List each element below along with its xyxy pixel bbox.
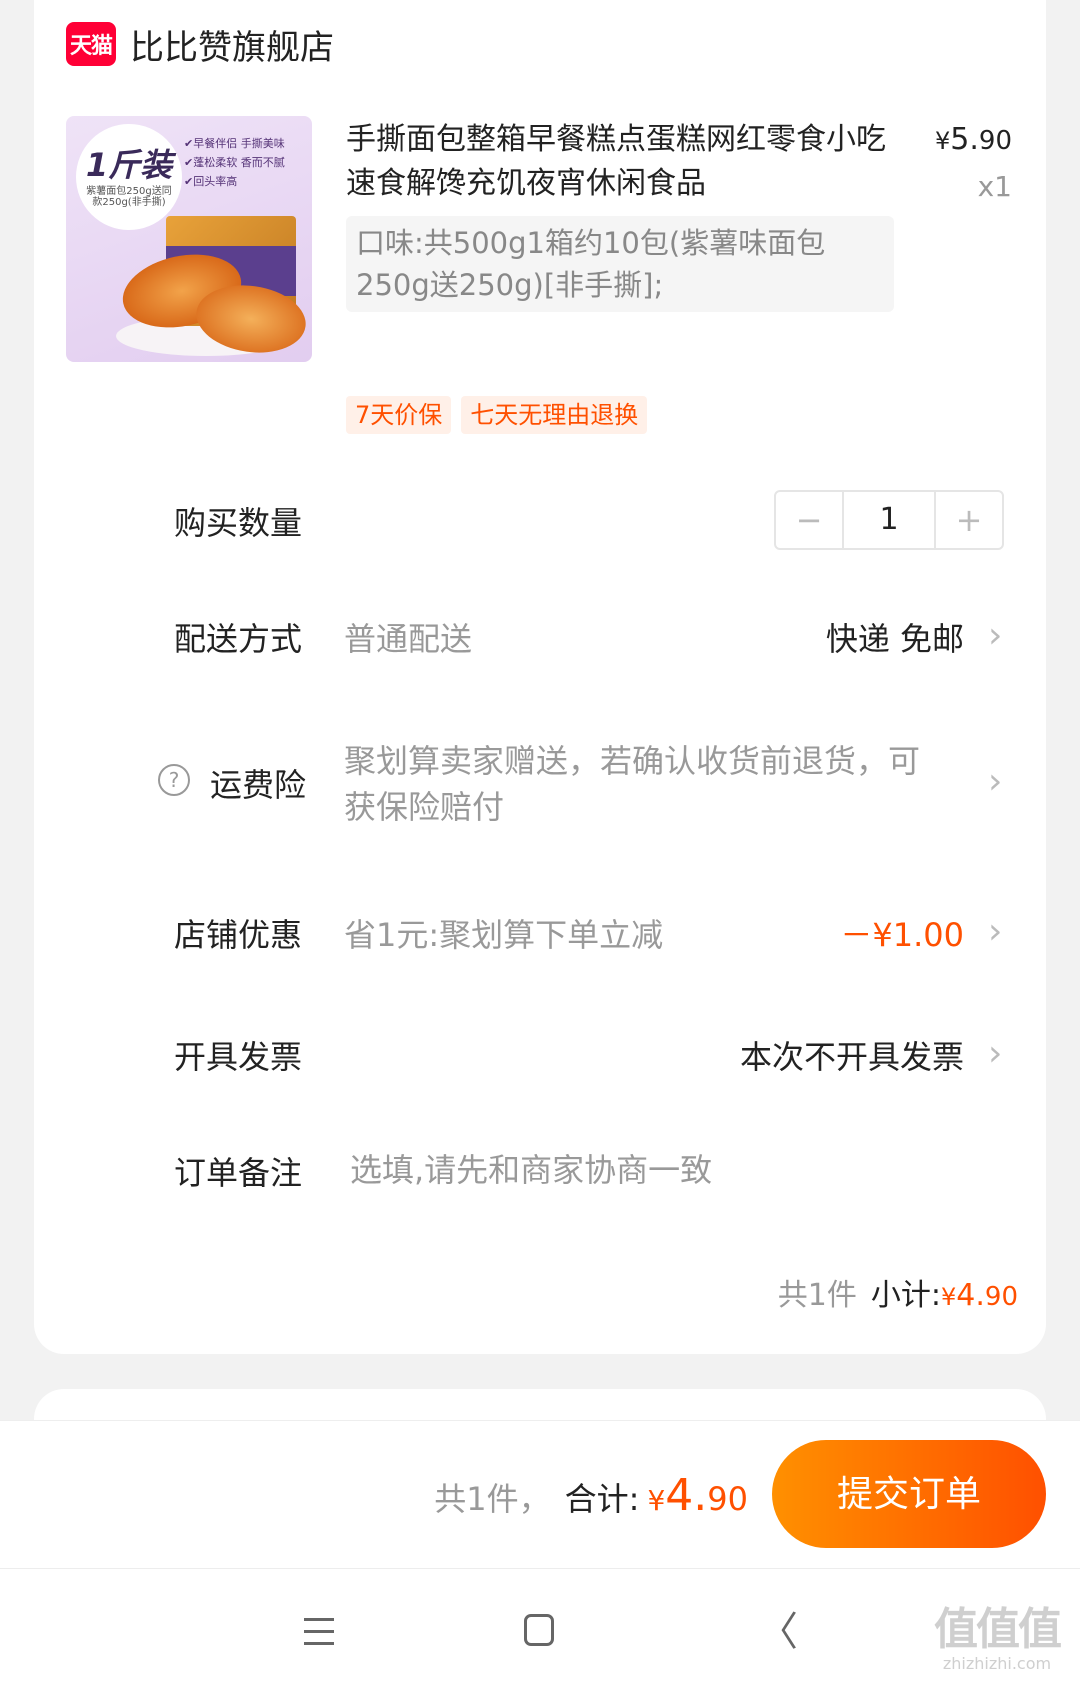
price-int: 5. <box>950 122 979 157</box>
watermark: 值值值 zhizhizhi.com <box>922 1606 1072 1674</box>
chevron-right-icon[interactable]: › <box>988 762 1008 802</box>
subtotal: 共1件 小计: ¥4.90 <box>778 1270 1018 1314</box>
feature-list: ✔早餐伴侣 手撕美味 ✔蓬松柔软 香而不腻 ✔回头率高 <box>184 134 285 191</box>
feature-item: ✔蓬松柔软 香而不腻 <box>184 156 285 169</box>
discount-sub: 省1元:聚划算下单立减 <box>344 916 664 954</box>
watermark-url: zhizhizhi.com <box>942 1654 1052 1673</box>
minus-button[interactable]: − <box>776 492 842 548</box>
badge-sub-text: 紫薯面包250g送同款250g(非手撕) <box>86 186 172 208</box>
quantity-label: 购买数量 <box>174 504 303 542</box>
product-price: ¥5.90 <box>935 122 1012 157</box>
service-tag: 7天价保 <box>346 396 452 434</box>
product-title[interactable]: 手撕面包整箱早餐糕点蛋糕网红零食小吃速食解馋充饥夜宵休闲食品 <box>346 118 886 206</box>
subtotal-count: 共1件 <box>777 1278 857 1313</box>
store-name[interactable]: 比比赞旗舰店 <box>130 20 334 69</box>
product-badge: 1斤装 紫薯面包250g送同款250g(非手撕) <box>76 124 182 230</box>
insurance-label: 运费险 <box>210 766 307 804</box>
total: 共1件， 合计: ¥4.90 <box>434 1470 748 1521</box>
quantity-stepper[interactable]: − 1 + <box>774 490 1004 550</box>
delivery-sub: 普通配送 <box>344 620 473 658</box>
quantity-value[interactable]: 1 <box>842 492 936 548</box>
price-symbol: ¥ <box>935 127 951 155</box>
feature-item: ✔回头率高 <box>184 175 238 188</box>
product-image[interactable]: 1斤装 紫薯面包250g送同款250g(非手撕) ✔早餐伴侣 手撕美味 ✔蓬松柔… <box>66 116 312 362</box>
delivery-label: 配送方式 <box>174 620 303 658</box>
store-header[interactable]: 天猫 比比赞旗舰店 <box>66 20 334 68</box>
service-tags: 7天价保 七天无理由退换 <box>346 396 657 434</box>
total-amount: ¥4.90 <box>647 1470 748 1521</box>
badge-main-text: 1斤装 <box>85 146 173 184</box>
watermark-logo: 值值值 <box>934 1604 1062 1655</box>
price-dec: 90 <box>978 126 1012 156</box>
service-tag: 七天无理由退换 <box>461 396 648 434</box>
discount-value[interactable]: －¥1.00 <box>840 910 964 956</box>
feature-item: ✔早餐伴侣 手撕美味 <box>184 137 285 150</box>
subtotal-label: 小计: <box>870 1278 941 1313</box>
insurance-desc[interactable]: 聚划算卖家赠送，若确认收货前退货，可获保险赔付 <box>344 738 944 830</box>
subtotal-amount: ¥4.90 <box>941 1278 1018 1313</box>
delivery-value[interactable]: 快递 免邮 <box>826 614 964 660</box>
remark-input[interactable] <box>350 1146 950 1194</box>
back-icon[interactable]: 〈 <box>758 1612 798 1652</box>
plus-button[interactable]: + <box>936 492 1002 548</box>
menu-icon[interactable] <box>304 1618 334 1645</box>
discount-label: 店铺优惠 <box>174 916 303 954</box>
total-count: 共1件， <box>434 1480 551 1518</box>
chevron-right-icon[interactable]: › <box>988 912 1008 952</box>
tmall-logo: 天猫 <box>66 22 116 66</box>
remark-label: 订单备注 <box>174 1154 303 1192</box>
chevron-right-icon[interactable]: › <box>988 616 1008 656</box>
submit-order-button[interactable]: 提交订单 <box>772 1440 1046 1548</box>
home-icon[interactable] <box>524 1614 554 1646</box>
total-label: 合计: <box>564 1480 640 1518</box>
chevron-right-icon[interactable]: › <box>988 1034 1008 1074</box>
product-quantity: x1 <box>977 170 1012 203</box>
invoice-label: 开具发票 <box>174 1038 303 1076</box>
invoice-value[interactable]: 本次不开具发票 <box>740 1032 964 1078</box>
sku-selector[interactable]: 口味:共500g1箱约10包(紫薯味面包250g送250g)[非手撕]; <box>346 216 894 312</box>
help-icon[interactable]: ? <box>158 764 190 796</box>
